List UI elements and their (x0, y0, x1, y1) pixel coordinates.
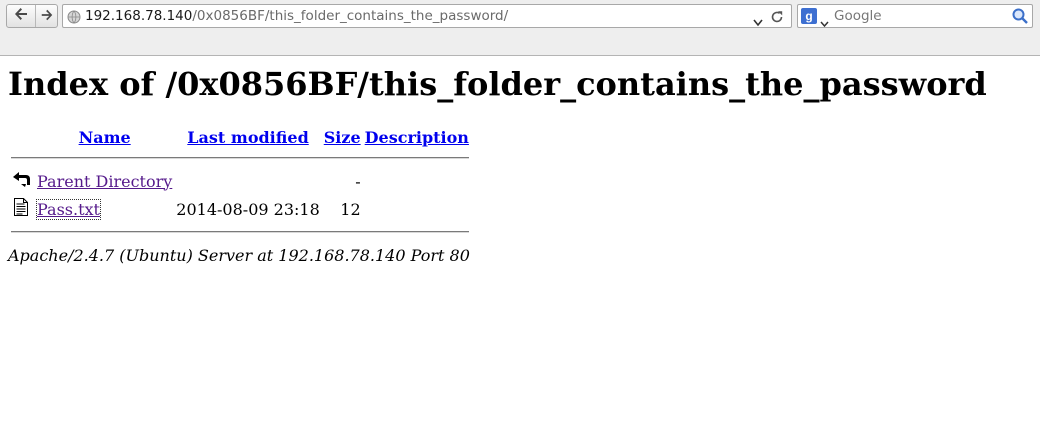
last-modified-cell: 2014-08-09 23:18 (176, 199, 320, 219)
divider (10, 224, 470, 240)
sort-by-last-modified-link[interactable]: Last modified (187, 128, 308, 147)
sort-by-name-link[interactable]: Name (79, 128, 131, 147)
forward-arrow-icon (40, 7, 54, 26)
table-header-row: Name Last modified Size Description (10, 127, 470, 148)
back-button[interactable] (7, 5, 36, 27)
file-listing-table: Name Last modified Size Description Pare… (8, 125, 472, 242)
back-arrow-icon (10, 168, 34, 194)
url-text[interactable]: 192.168.78.140/0x0856BF/this_folder_cont… (85, 8, 508, 24)
page-title: Index of /0x0856BF/this_folder_contains_… (8, 65, 987, 103)
sort-by-description-link[interactable]: Description (365, 128, 469, 147)
last-modified-column-header: Last modified (175, 127, 320, 148)
pass-txt-link[interactable]: Pass.txt (36, 198, 101, 220)
table-row: Pass.txt 2014-08-09 23:18 12 (10, 196, 470, 222)
size-cell: 12 (340, 199, 361, 219)
description-cell (364, 168, 470, 194)
search-bar[interactable]: g (797, 4, 1033, 28)
address-bar[interactable]: 192.168.78.140/0x0856BF/this_folder_cont… (62, 4, 792, 28)
forward-button[interactable] (36, 5, 58, 27)
icon-column-header (10, 127, 34, 148)
name-cell: Pass.txt (36, 196, 173, 222)
url-path: /0x0856BF/this_folder_contains_the_passw… (192, 8, 509, 24)
sort-by-size-link[interactable]: Size (324, 128, 361, 147)
text-file-icon (10, 196, 34, 222)
size-cell: - (355, 171, 361, 191)
name-column-header: Name (36, 127, 173, 148)
globe-icon (67, 9, 81, 28)
nav-buttons (6, 4, 58, 28)
parent-directory-link[interactable]: Parent Directory (37, 172, 172, 191)
url-host: 192.168.78.140 (85, 8, 193, 24)
size-column-header: Size (323, 127, 362, 148)
divider (10, 150, 470, 166)
name-cell: Parent Directory (36, 168, 173, 194)
reload-icon[interactable] (770, 9, 784, 28)
browser-toolbar: 192.168.78.140/0x0856BF/this_folder_cont… (0, 0, 1040, 56)
magnifier-icon[interactable] (1011, 7, 1029, 29)
dropdown-arrow-icon[interactable] (753, 12, 763, 31)
description-cell (364, 196, 470, 222)
search-input[interactable] (834, 7, 1004, 25)
server-signature: Apache/2.4.7 (Ubuntu) Server at 192.168.… (8, 246, 470, 265)
table-row: Parent Directory - (10, 168, 470, 194)
chevron-down-icon[interactable] (820, 13, 829, 32)
google-icon[interactable]: g (801, 8, 817, 24)
back-arrow-icon (13, 6, 29, 26)
description-column-header: Description (364, 127, 470, 148)
last-modified-cell (175, 168, 320, 194)
